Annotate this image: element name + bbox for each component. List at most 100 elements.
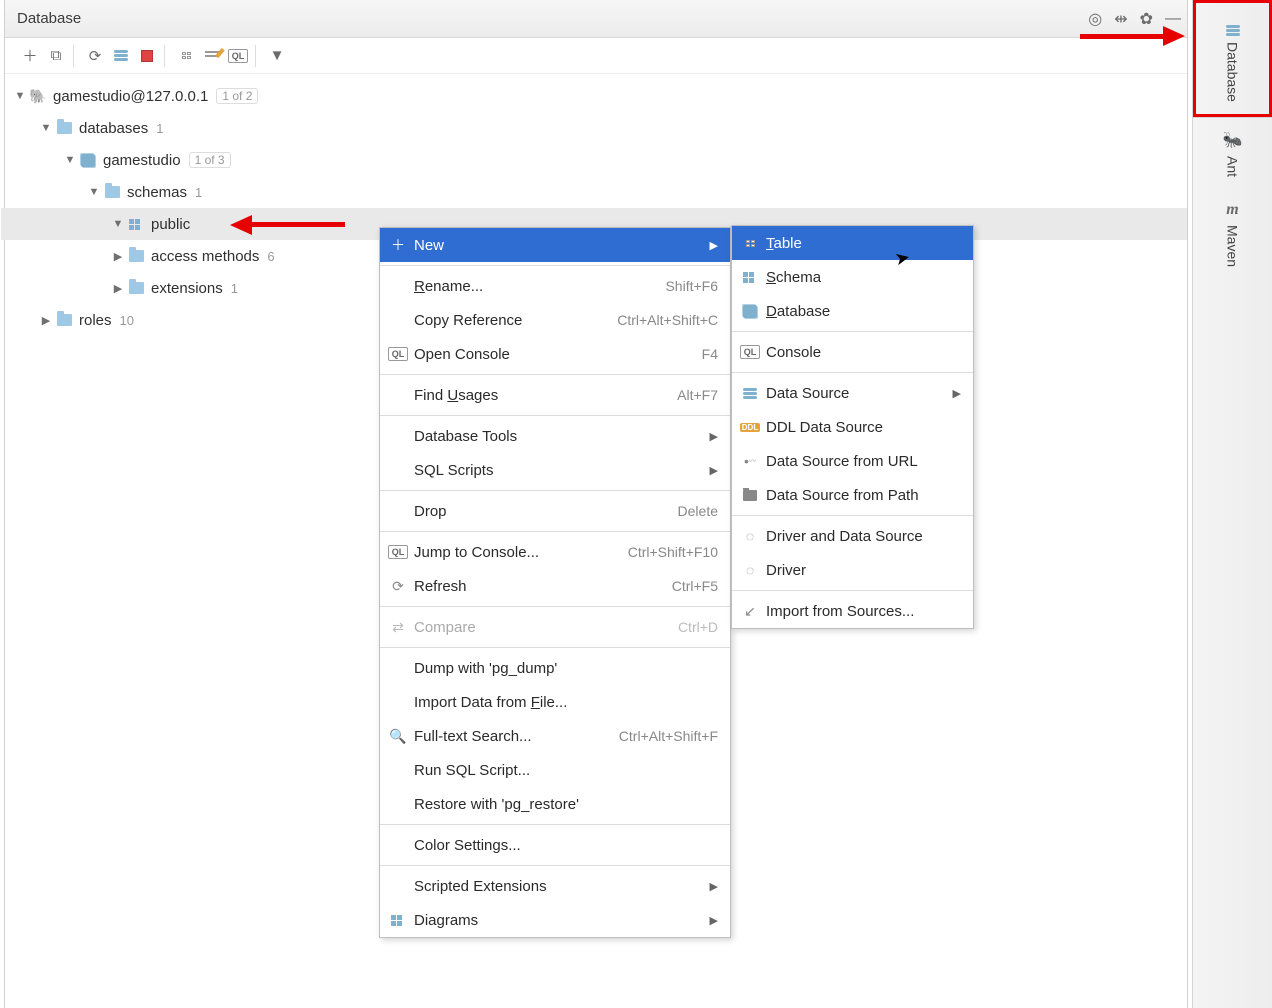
blank-icon bbox=[388, 426, 408, 446]
url-icon: •〰 bbox=[740, 451, 760, 471]
node-label: extensions bbox=[151, 280, 223, 297]
context-menu-item-scripted-extensions[interactable]: Scripted Extensions▶ bbox=[380, 869, 730, 903]
submenu-arrow-icon: ▶ bbox=[710, 914, 718, 927]
ql-icon: QL bbox=[388, 344, 408, 364]
expand-icon[interactable]: ▼ bbox=[63, 154, 77, 166]
panel-header: Database ◎ ⇹ ✿ — bbox=[5, 0, 1187, 38]
submenu-arrow-icon: ▶ bbox=[953, 387, 961, 400]
ribbon-tab-maven[interactable]: m Maven bbox=[1193, 189, 1272, 279]
menu-item-label: Refresh bbox=[414, 578, 672, 595]
menu-shortcut: Shift+F6 bbox=[665, 278, 718, 294]
menu-item-label: Data Source from Path bbox=[766, 487, 961, 504]
expand-icon[interactable]: ▼ bbox=[111, 218, 125, 230]
context-menu-item-jump-to-console[interactable]: QLJump to Console...Ctrl+Shift+F10 bbox=[380, 535, 730, 569]
new-submenu-item-table[interactable]: Table bbox=[732, 226, 973, 260]
context-menu-item-new[interactable]: ＋New▶ bbox=[380, 228, 730, 262]
new-submenu-item-console[interactable]: QLConsole bbox=[732, 335, 973, 369]
expand-icon[interactable]: ▶ bbox=[111, 250, 125, 263]
menu-separator bbox=[380, 606, 730, 607]
menu-separator bbox=[380, 824, 730, 825]
menu-separator bbox=[732, 331, 973, 332]
blank-icon bbox=[388, 658, 408, 678]
folder-icon bbox=[127, 279, 145, 297]
edit-button[interactable] bbox=[201, 45, 223, 67]
context-menu-item-compare: ⇄CompareCtrl+D bbox=[380, 610, 730, 644]
expand-icon[interactable]: ▼ bbox=[39, 122, 53, 134]
context-menu-item-import-data-from-file[interactable]: Import Data from File... bbox=[380, 685, 730, 719]
count-badge: 1 of 3 bbox=[189, 152, 231, 168]
context-menu-item-full-text-search[interactable]: 🔍Full-text Search...Ctrl+Alt+Shift+F bbox=[380, 719, 730, 753]
ribbon-tab-ant[interactable]: 🐜 Ant bbox=[1193, 118, 1272, 189]
expand-icon[interactable]: ▶ bbox=[39, 314, 53, 327]
filter-button[interactable]: ▼ bbox=[266, 45, 288, 67]
table-button[interactable] bbox=[175, 45, 197, 67]
new-submenu-item-schema[interactable]: Schema bbox=[732, 260, 973, 294]
menu-item-label: Color Settings... bbox=[414, 837, 718, 854]
new-submenu-item-driver-and-data-source[interactable]: ◌Driver and Data Source bbox=[732, 519, 973, 553]
menu-item-label: Rename... bbox=[414, 278, 665, 295]
context-menu-item-find-usages[interactable]: Find UsagesAlt+F7 bbox=[380, 378, 730, 412]
submenu-arrow-icon: ▶ bbox=[710, 430, 718, 443]
stop-button[interactable] bbox=[136, 45, 158, 67]
datasource-node[interactable]: ▼ 🐘 gamestudio@127.0.0.1 1 of 2 bbox=[5, 80, 1187, 112]
new-submenu-item-data-source-from-path[interactable]: Data Source from Path bbox=[732, 478, 973, 512]
context-menu-item-restore-with-pg-restore[interactable]: Restore with 'pg_restore' bbox=[380, 787, 730, 821]
new-submenu-item-data-source-from-url[interactable]: •〰Data Source from URL bbox=[732, 444, 973, 478]
blank-icon: ＋ bbox=[388, 235, 408, 255]
new-submenu-item-driver[interactable]: ◌Driver bbox=[732, 553, 973, 587]
new-submenu-item-import-from-sources[interactable]: ↙Import from Sources... bbox=[732, 594, 973, 628]
context-menu-item-diagrams[interactable]: Diagrams▶ bbox=[380, 903, 730, 937]
menu-shortcut: Ctrl+Alt+Shift+F bbox=[619, 728, 718, 744]
table-icon bbox=[740, 233, 760, 253]
node-label: gamestudio@127.0.0.1 bbox=[53, 88, 208, 105]
databases-node[interactable]: ▼ databases 1 bbox=[5, 112, 1187, 144]
expand-icon[interactable]: ▼ bbox=[87, 186, 101, 198]
context-menu-item-drop[interactable]: DropDelete bbox=[380, 494, 730, 528]
new-submenu-item-database[interactable]: Database bbox=[732, 294, 973, 328]
context-menu-item-open-console[interactable]: QLOpen ConsoleF4 bbox=[380, 337, 730, 371]
context-menu-item-dump-with-pg-dump[interactable]: Dump with 'pg_dump' bbox=[380, 651, 730, 685]
menu-separator bbox=[380, 265, 730, 266]
target-icon[interactable]: ◎ bbox=[1088, 9, 1102, 29]
menu-separator bbox=[380, 647, 730, 648]
add-button[interactable]: ＋ bbox=[19, 45, 41, 67]
ribbon-tab-database[interactable]: Database bbox=[1193, 0, 1272, 117]
expand-icon[interactable]: ▼ bbox=[13, 90, 27, 102]
count-text: 6 bbox=[267, 249, 274, 264]
copy-button[interactable]: ⧉ bbox=[45, 45, 67, 67]
menu-item-label: Driver bbox=[766, 562, 961, 579]
db-tools-button[interactable] bbox=[110, 45, 132, 67]
context-menu-item-sql-scripts[interactable]: SQL Scripts▶ bbox=[380, 453, 730, 487]
context-menu-item-refresh[interactable]: ⟳RefreshCtrl+F5 bbox=[380, 569, 730, 603]
context-menu-item-run-sql-script[interactable]: Run SQL Script... bbox=[380, 753, 730, 787]
expand-icon[interactable]: ▶ bbox=[111, 282, 125, 295]
ddl-icon: DDL bbox=[740, 417, 760, 437]
schemas-node[interactable]: ▼ schemas 1 bbox=[5, 176, 1187, 208]
context-menu-item-rename[interactable]: Rename...Shift+F6 bbox=[380, 269, 730, 303]
menu-item-label: SQL Scripts bbox=[414, 462, 704, 479]
context-menu-item-database-tools[interactable]: Database Tools ▶ bbox=[380, 419, 730, 453]
database-instance-node[interactable]: ▼ gamestudio 1 of 3 bbox=[5, 144, 1187, 176]
context-menu-item-copy-reference[interactable]: Copy ReferenceCtrl+Alt+Shift+C bbox=[380, 303, 730, 337]
blank-icon bbox=[388, 835, 408, 855]
menu-item-label: Data Source bbox=[766, 385, 947, 402]
minimize-icon[interactable]: — bbox=[1165, 10, 1181, 28]
menu-item-label: Run SQL Script... bbox=[414, 762, 718, 779]
menu-item-label: Database Tools bbox=[414, 428, 704, 445]
console-button[interactable]: QL bbox=[227, 45, 249, 67]
submenu-arrow-icon: ▶ bbox=[710, 880, 718, 893]
new-submenu-item-data-source[interactable]: Data Source ▶ bbox=[732, 376, 973, 410]
context-menu-item-color-settings[interactable]: Color Settings... bbox=[380, 828, 730, 862]
context-menu: ＋New▶Rename...Shift+F6Copy ReferenceCtrl… bbox=[379, 227, 731, 938]
menu-shortcut: Ctrl+F5 bbox=[672, 578, 718, 594]
menu-item-label: Compare bbox=[414, 619, 678, 636]
settings-icon[interactable]: ✿ bbox=[1140, 9, 1153, 29]
import-icon: ↙ bbox=[740, 601, 760, 621]
new-submenu-item-ddl-data-source[interactable]: DDLDDL Data Source bbox=[732, 410, 973, 444]
menu-shortcut: Ctrl+D bbox=[678, 619, 718, 635]
menu-separator bbox=[380, 531, 730, 532]
blank-icon bbox=[388, 876, 408, 896]
blank-icon bbox=[388, 460, 408, 480]
refresh-button[interactable]: ⟳ bbox=[84, 45, 106, 67]
split-icon[interactable]: ⇹ bbox=[1114, 9, 1127, 29]
